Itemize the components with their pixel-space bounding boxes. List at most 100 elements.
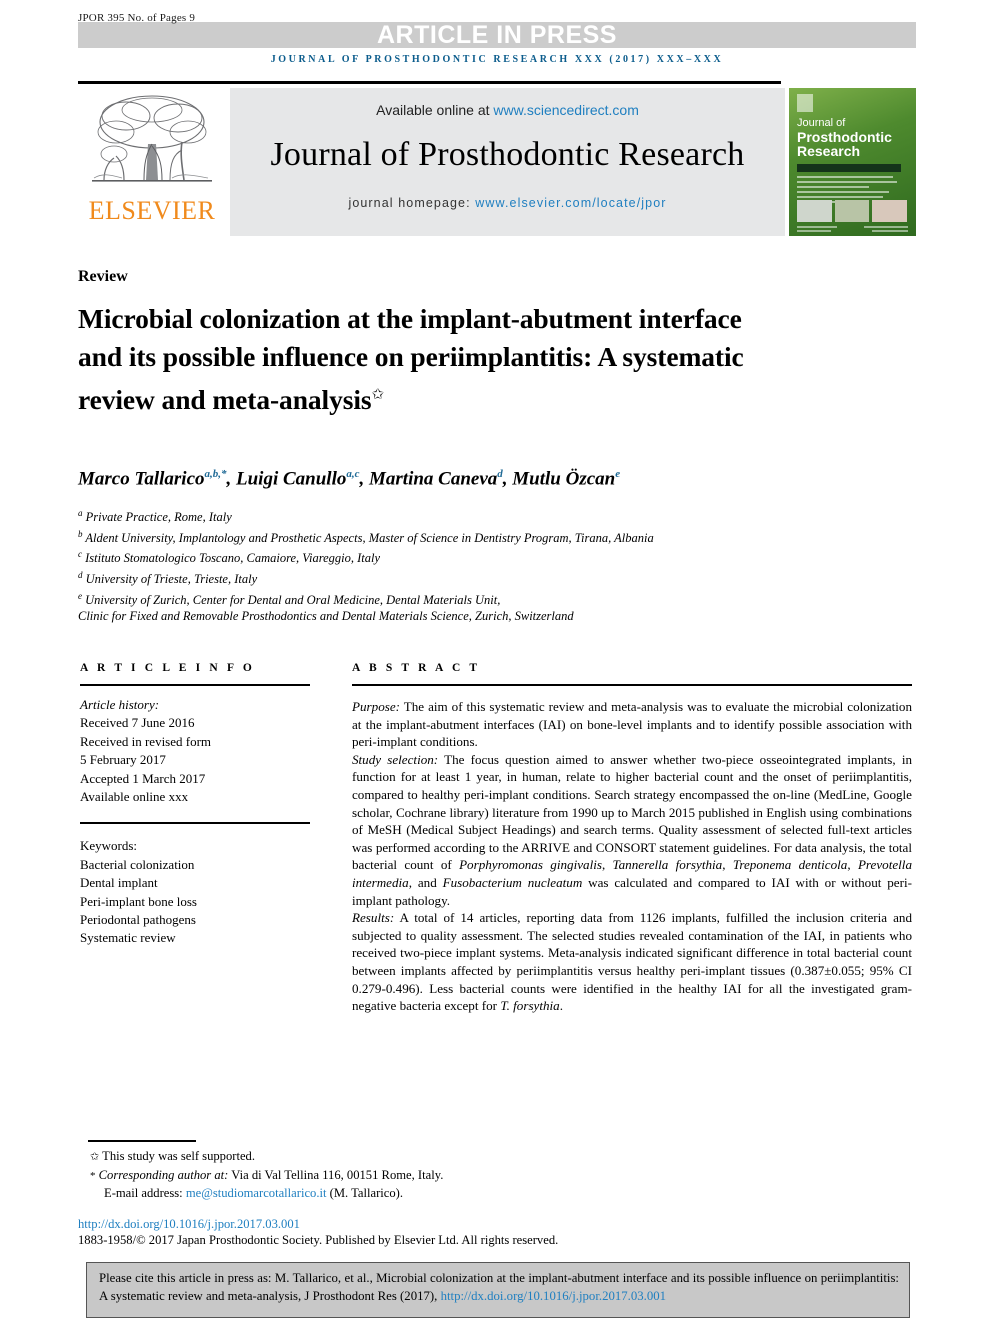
- history-item: Received 7 June 2016: [80, 715, 195, 731]
- cover-title: Journal of Prosthodontic Research: [797, 116, 909, 158]
- masthead-top-rule: [78, 81, 781, 84]
- email-line: E-mail address: me@studiomarcotallarico.…: [80, 1185, 700, 1203]
- affiliation-text: Istituto Stomatologico Toscano, Camaiore…: [85, 551, 381, 566]
- article-page: ARTICLE IN PRESS JPOR 395 No. of Pages 9…: [0, 0, 992, 1323]
- doi-link[interactable]: http://dx.doi.org/10.1016/j.jpor.2017.03…: [78, 1217, 300, 1232]
- elsevier-wordmark: ELSEVIER: [88, 196, 216, 225]
- article-history-block: Article history: Received 7 June 2016 Re…: [80, 696, 310, 806]
- cover-footer-lines: [797, 226, 908, 232]
- article-info-rule: [80, 684, 310, 686]
- cover-elsevier-mark-icon: [797, 94, 813, 112]
- available-online-prefix: Available online at: [376, 102, 494, 118]
- abstract-body: Purpose: The aim of this systematic revi…: [352, 698, 912, 1015]
- masthead-center-panel: Available online at www.sciencedirect.co…: [230, 88, 785, 236]
- affiliation-text: Private Practice, Rome, Italy: [85, 510, 232, 525]
- text-sep: ,: [722, 857, 733, 873]
- elsevier-logo: ELSEVIER: [78, 88, 226, 236]
- sciencedirect-link[interactable]: www.sciencedirect.com: [493, 102, 639, 118]
- abstract-purpose: Purpose: The aim of this systematic revi…: [352, 698, 912, 751]
- footnote-text: This study was self supported.: [102, 1149, 255, 1163]
- cover-society-bar: [797, 164, 901, 172]
- species-name: Treponema denticola: [732, 857, 848, 873]
- abstract-results-text: A total of 14 articles, reporting data f…: [352, 910, 912, 1014]
- history-item: Available online xxx: [80, 789, 189, 805]
- keyword-item: Dental implant: [80, 875, 158, 891]
- email-owner: (M. Tallarico).: [326, 1186, 404, 1200]
- article-in-press-label: ARTICLE IN PRESS: [377, 21, 617, 49]
- species-name: T. forsythia: [500, 998, 560, 1014]
- abstract-rule: [352, 684, 912, 686]
- cite-this-article-box: Please cite this article in press as: M.…: [86, 1262, 910, 1318]
- footnote-item: * Corresponding author at: Via di Val Te…: [80, 1167, 700, 1186]
- abstract-results-label: Results:: [352, 910, 395, 926]
- available-online-line: Available online at www.sciencedirect.co…: [230, 102, 785, 118]
- abstract-study-selection: Study selection: The focus question aime…: [352, 751, 912, 909]
- corresponding-author-address: Via di Val Tellina 116, 00151 Rome, Ital…: [228, 1167, 444, 1182]
- affiliation-text: Clinic for Fixed and Removable Prosthodo…: [78, 609, 574, 624]
- affiliation-item: b Aldent University, Implantology and Pr…: [78, 526, 868, 547]
- abstract-purpose-text: The aim of this systematic review and me…: [352, 699, 912, 750]
- author-name[interactable]: Martina Caneva: [369, 468, 497, 489]
- text-sep: ,: [601, 857, 613, 873]
- abstract-column: A B S T R A C T Purpose: The aim of this…: [352, 662, 912, 1015]
- affiliation-item: e University of Zurich, Center for Denta…: [78, 588, 868, 609]
- footnote-item: ✩ This study was self supported.: [80, 1148, 700, 1167]
- history-item: Accepted 1 March 2017: [80, 770, 206, 786]
- article-title-text: Microbial colonization at the implant-ab…: [78, 303, 744, 416]
- author-name[interactable]: Mutlu Özcan: [512, 468, 615, 489]
- copyright-line: 1883-1958/© 2017 Japan Prosthodontic Soc…: [78, 1233, 559, 1247]
- affiliation-list: a Private Practice, Rome, Italy b Aldent…: [78, 505, 868, 625]
- cite-box-text: Please cite this article in press as: M.…: [87, 1263, 909, 1305]
- keyword-item: Peri-implant bone loss: [80, 893, 197, 909]
- cover-title-line3: Research: [797, 143, 861, 159]
- article-history-label: Article history:: [80, 697, 160, 712]
- journal-citation-line: JOURNAL OF PROSTHODONTIC RESEARCH XXX (2…: [270, 54, 724, 65]
- affiliation-mark: d: [78, 569, 83, 580]
- article-in-press-banner: ARTICLE IN PRESS: [78, 22, 916, 48]
- affiliation-mark: e: [78, 590, 82, 601]
- abstract-study-label: Study selection:: [352, 751, 439, 767]
- affiliation-item: d University of Trieste, Trieste, Italy: [78, 567, 868, 588]
- article-info-heading: A R T I C L E I N F O: [80, 662, 255, 674]
- affiliation-text: University of Trieste, Trieste, Italy: [85, 572, 258, 587]
- cite-box-doi-link[interactable]: http://dx.doi.org/10.1016/j.jpor.2017.03…: [441, 1289, 667, 1303]
- keywords-block: Keywords: Bacterial colonization Dental …: [80, 837, 310, 947]
- footnote-marker: ✩: [90, 1151, 100, 1163]
- footnote-rule: [88, 1140, 196, 1142]
- affiliation-text: University of Zurich, Center for Dental …: [85, 592, 501, 607]
- footnote-block: ✩ This study was self supported. * Corre…: [80, 1148, 700, 1203]
- history-item: Received in revised form: [80, 733, 212, 749]
- author-name[interactable]: Marco Tallarico: [78, 468, 205, 489]
- journal-masthead: ELSEVIER Available online at www.science…: [78, 88, 916, 236]
- affiliation-mark: a: [78, 508, 83, 518]
- footnote-marker: *: [90, 1169, 96, 1182]
- affiliation-item: c Istituto Stomatologico Toscano, Camaio…: [78, 546, 868, 567]
- running-head: JPOR 395 No. of Pages 9: [78, 12, 196, 24]
- journal-homepage-line: journal homepage: www.elsevier.com/locat…: [230, 196, 785, 210]
- text-sep: , and: [408, 874, 443, 890]
- title-footnote-marker: ✩: [371, 387, 384, 403]
- journal-title: Journal of Prosthodontic Research: [270, 136, 745, 173]
- article-info-column: A R T I C L E I N F O Article history: R…: [80, 662, 310, 948]
- affiliation-item: Clinic for Fixed and Removable Prosthodo…: [78, 608, 868, 625]
- affiliation-mark: b: [78, 528, 83, 539]
- keyword-item: Systematic review: [80, 930, 176, 946]
- author-affil-marks: d: [497, 468, 503, 480]
- journal-homepage-url[interactable]: www.elsevier.com/locate/jpor: [475, 196, 666, 210]
- journal-cover-thumbnail: Journal of Prosthodontic Research: [789, 88, 916, 236]
- text-sep: ,: [847, 857, 858, 873]
- author-list: Marco Tallaricoa,b,*, Luigi Canulloa,c, …: [78, 468, 621, 490]
- keywords-rule: [80, 822, 310, 825]
- author-name[interactable]: Luigi Canullo: [236, 468, 346, 489]
- species-name: Fusobacterium nucleatum: [442, 874, 583, 890]
- email-label: E-mail address:: [104, 1186, 186, 1200]
- species-name: Tannerella forsythia: [612, 857, 723, 873]
- author-affil-marks: e: [615, 468, 621, 480]
- author-affil-marks: a,b,*: [204, 468, 227, 480]
- abstract-purpose-label: Purpose:: [352, 699, 401, 714]
- abstract-study-text-1: The focus question aimed to answer wheth…: [352, 751, 912, 873]
- article-type-label: Review: [78, 268, 128, 285]
- email-address-link[interactable]: me@studiomarcotallarico.it: [186, 1186, 327, 1200]
- cover-title-line2: Prosthodontic: [797, 129, 892, 145]
- journal-homepage-label: journal homepage:: [348, 196, 476, 210]
